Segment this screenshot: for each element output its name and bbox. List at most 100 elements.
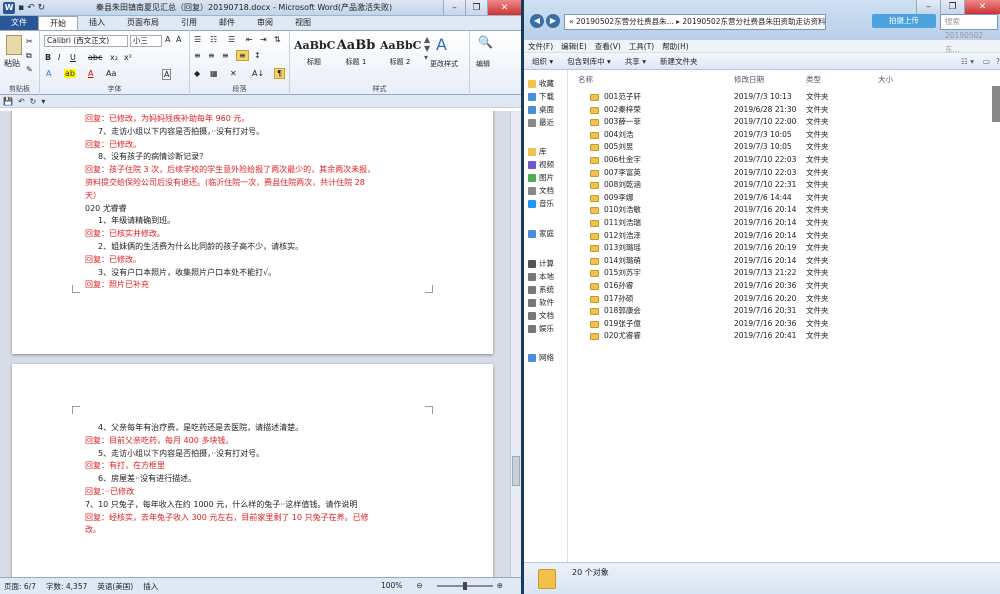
col-size[interactable]: 大小	[878, 74, 893, 85]
undo-icon[interactable]: ↶	[27, 3, 35, 13]
word-count[interactable]: 字数: 4,357	[46, 581, 87, 592]
reply-line[interactable]: 改。	[85, 524, 101, 535]
highlight-icon[interactable]: ab	[64, 69, 76, 78]
tab-mailings[interactable]: 邮件	[208, 16, 246, 30]
question-line[interactable]: 1、年级请精确到班。	[98, 215, 175, 226]
nav-item[interactable]: 本地	[528, 271, 554, 282]
tab-view[interactable]: 视图	[284, 16, 322, 30]
folder-row[interactable]: 013刘璐瑶 2019/7/16 20:19 文件夹	[572, 242, 1000, 255]
bullets-icon[interactable]: ☰	[194, 35, 201, 44]
new-folder-button[interactable]: 新建文件夹	[660, 56, 698, 67]
customize-icon[interactable]: ▾	[41, 97, 45, 106]
folder-row[interactable]: 007李富英 2019/7/10 22:03 文件夹	[572, 167, 1000, 180]
align-left-icon[interactable]: ≡	[194, 51, 201, 60]
font-size-combo[interactable]: 小三	[130, 35, 162, 47]
tab-review[interactable]: 审阅	[246, 16, 284, 30]
reply-line[interactable]: 回复：有打，在方框里	[85, 460, 165, 471]
reply-line[interactable]: 回复：经核实，去年兔子收入 300 元左右，目前家里剩了 10 只兔子在养。已修	[85, 512, 369, 523]
organize-button[interactable]: 组织 ▾	[532, 56, 553, 67]
font-name-combo[interactable]: Calibri (西文正文)	[44, 35, 128, 47]
nav-item[interactable]: 文档	[528, 185, 554, 196]
view-options-icon[interactable]: ☷ ▾	[961, 57, 974, 66]
share-button[interactable]: 共享 ▾	[625, 56, 646, 67]
change-styles-icon[interactable]: A	[436, 35, 447, 54]
back-icon[interactable]: ◀	[530, 14, 544, 28]
folder-row[interactable]: 001范子轩 2019/7/3 10:13 文件夹	[572, 91, 1000, 104]
zoom-out-icon[interactable]: ⊖	[416, 581, 422, 590]
nav-item[interactable]: 音乐	[528, 198, 554, 209]
maximize-button[interactable]: ❐	[465, 0, 487, 15]
change-styles-label[interactable]: 更改样式	[430, 59, 458, 69]
editing-label[interactable]: 编辑	[476, 59, 490, 69]
italic-button[interactable]: I	[58, 53, 60, 62]
address-bar[interactable]: « 20190502东营分社费县朱... ▸ 20190502东营分社费县朱田资…	[564, 14, 826, 30]
superscript-button[interactable]: x²	[124, 53, 132, 62]
search-input[interactable]: 搜索 20190502东...	[940, 14, 998, 54]
folder-row[interactable]: 018郭康会 2019/7/16 20:31 文件夹	[572, 305, 1000, 318]
multilevel-icon[interactable]: ☰	[228, 35, 235, 44]
folder-row[interactable]: 017孙硕 2019/7/16 20:20 文件夹	[572, 293, 1000, 306]
folder-row[interactable]: 009李娜 2019/7/6 14:44 文件夹	[572, 192, 1000, 205]
minimize-button[interactable]: –	[443, 0, 465, 15]
text-effect-icon[interactable]: A	[46, 69, 51, 78]
question-line[interactable]: 6、房屋差··没有进行描述。	[98, 473, 196, 484]
nav-item[interactable]: 娱乐	[528, 323, 554, 334]
zoom-level[interactable]: 100%	[381, 581, 402, 590]
nav-item[interactable]: 视频	[528, 159, 554, 170]
char-border-icon[interactable]: A	[162, 69, 172, 80]
nav-item[interactable]: 桌面	[528, 104, 554, 115]
zoom-in-icon[interactable]: ⊕	[497, 581, 503, 590]
undo-icon[interactable]: ↶	[18, 97, 25, 106]
folder-row[interactable]: 016孙睿 2019/7/16 20:36 文件夹	[572, 280, 1000, 293]
tab-layout[interactable]: 页面布局	[116, 16, 170, 30]
menu-edit[interactable]: 编辑(E)	[561, 41, 587, 52]
tab-insert[interactable]: 插入	[78, 16, 116, 30]
shading-icon[interactable]: ◆	[194, 69, 200, 78]
question-line[interactable]: 2、姐妹俩的生活费为什么比同龄的孩子高不少，请核实。	[98, 241, 303, 252]
justify-icon[interactable]: ≡	[236, 50, 249, 61]
line-spacing-icon[interactable]: ↕	[254, 51, 261, 60]
folder-row[interactable]: 003薛一菲 2019/7/10 22:00 文件夹	[572, 116, 1000, 129]
vertical-scrollbar[interactable]	[510, 111, 521, 577]
nav-item[interactable]: 系统	[528, 284, 554, 295]
reply-line[interactable]: 回复：已核实并修改。	[85, 228, 165, 239]
format-painter-icon[interactable]: ✎	[26, 65, 33, 74]
indent-increase-icon[interactable]: ⇥	[260, 35, 267, 44]
language-status[interactable]: 英语(美国)	[97, 581, 133, 592]
reply-line[interactable]: 回复：目前父亲吃药，每月 400 多块钱。	[85, 435, 233, 446]
folder-row[interactable]: 020尤睿睿 2019/7/16 20:41 文件夹	[572, 330, 1000, 343]
menu-file[interactable]: 文件(F)	[528, 41, 553, 52]
reply-line[interactable]: 天）	[85, 190, 101, 201]
underline-button[interactable]: U	[70, 53, 76, 62]
nav-item[interactable]: 计算	[528, 258, 554, 269]
style-heading2[interactable]: AaBbC 标题 2	[380, 35, 421, 75]
question-line[interactable]: 4、父亲每年有治疗费，是吃药还是去医院，请描述清楚。	[98, 422, 303, 433]
close-button[interactable]: ✕	[487, 0, 521, 15]
copy-icon[interactable]: ⧉	[26, 51, 32, 61]
grow-font-icon[interactable]: A	[165, 35, 170, 44]
question-line[interactable]: 8、没有孩子的病情诊断记录？	[98, 151, 207, 162]
tab-references[interactable]: 引用	[170, 16, 208, 30]
save-icon[interactable]: 💾	[3, 97, 13, 106]
reply-line[interactable]: 回复：照片已补充	[85, 279, 149, 290]
save-icon[interactable]: ▪	[18, 3, 24, 13]
tab-file[interactable]: 文件	[0, 16, 38, 30]
folder-row[interactable]: 010刘浩敏 2019/7/16 20:14 文件夹	[572, 204, 1000, 217]
nav-item[interactable]: 图片	[528, 172, 554, 183]
scroll-indicator[interactable]	[992, 86, 1000, 122]
folder-row[interactable]: 019张子億 2019/7/16 20:36 文件夹	[572, 318, 1000, 331]
question-line[interactable]: 5、走访小组以下内容是否拍摄，··没有打对号。	[98, 448, 264, 459]
style-heading1[interactable]: AaBb 标题 1	[336, 35, 376, 75]
nav-item[interactable]: 库	[528, 146, 547, 157]
folder-row[interactable]: 005刘昱 2019/7/3 10:05 文件夹	[572, 141, 1000, 154]
indent-decrease-icon[interactable]: ⇤	[246, 35, 253, 44]
insert-mode[interactable]: 插入	[143, 581, 158, 592]
include-library-button[interactable]: 包含到库中 ▾	[567, 56, 611, 67]
subscript-button[interactable]: x₂	[110, 53, 118, 62]
col-date[interactable]: 修改日期	[734, 74, 764, 85]
upload-button[interactable]: 拍摄上传	[872, 14, 936, 28]
align-center-icon[interactable]: ≡	[208, 51, 215, 60]
nav-item[interactable]: 收藏	[528, 78, 554, 89]
question-line[interactable]: 020 尤睿睿	[85, 203, 127, 214]
shrink-font-icon[interactable]: A	[176, 35, 181, 44]
